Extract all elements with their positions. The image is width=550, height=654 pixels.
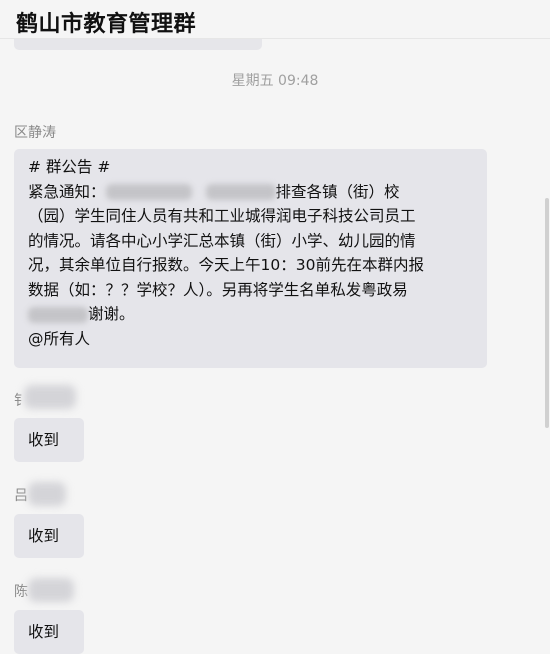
redacted-name <box>24 385 76 409</box>
notice-line: （园）学生同住人员有共和工业城得润电子科技公司员工 <box>28 207 416 225</box>
announcement-message-bubble[interactable]: # 群公告 # 紧急通知： 排查各镇（街）校 （园）学生同住人员有共和工业城得润电… <box>14 149 487 368</box>
sender-name: 陈 <box>14 584 28 600</box>
chat-header: 鹤山市教育管理群 <box>0 0 550 39</box>
notice-line: @所有人 <box>28 329 91 348</box>
redacted-text <box>105 184 192 200</box>
redacted-text <box>28 306 88 323</box>
notice-line: # 群公告 # <box>28 158 111 176</box>
group-title: 鹤山市教育管理群 <box>16 12 197 37</box>
notice-line: 数据（如：？？学校？人）。另再将学生名单私发粤政易 <box>28 280 408 299</box>
reply-message-bubble[interactable]: 收到 <box>14 610 84 654</box>
redacted-name <box>28 578 74 602</box>
sender-name: 吕 <box>14 488 28 504</box>
notice-text: 紧急通知： <box>28 182 106 201</box>
redacted-name <box>28 482 66 506</box>
notice-line: 的情况。请各中心小学汇总本镇（街）小学、幼儿园的情 <box>28 231 416 250</box>
notice-line: 况，其余单位自行报数。今天上午10：30前先在本群内报 <box>28 256 424 274</box>
reply-message-bubble[interactable]: 收到 <box>14 514 84 558</box>
sender-name: 区静涛 <box>14 125 56 141</box>
notice-text: 排查各镇（街）校 <box>275 182 400 201</box>
notice-line: 谢谢。 <box>28 302 475 327</box>
notice-line: 紧急通知： 排查各镇（街）校 <box>28 180 475 205</box>
chat-scrollbar[interactable] <box>544 38 550 650</box>
message-timestamp: 星期五 09:48 <box>231 73 319 89</box>
reply-message-bubble[interactable]: 收到 <box>14 418 84 462</box>
previous-message-bubble <box>14 38 262 50</box>
notice-text: 谢谢。 <box>88 305 135 323</box>
scrollbar-thumb[interactable] <box>545 198 549 428</box>
redacted-text <box>205 184 276 200</box>
